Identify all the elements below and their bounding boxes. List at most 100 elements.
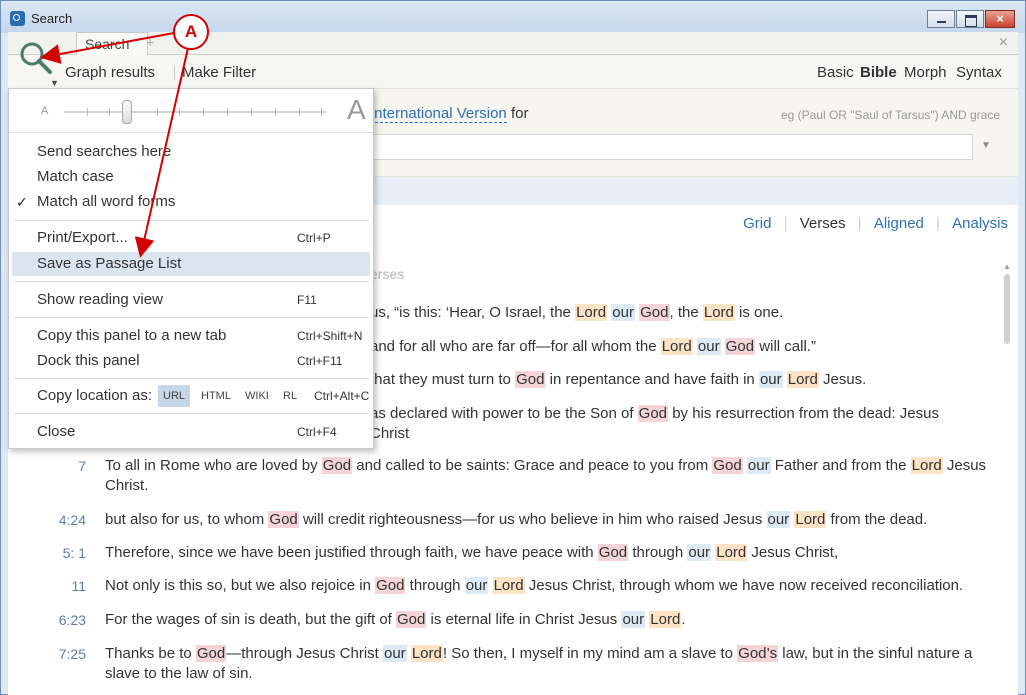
menu-print-export[interactable]: Print/Export... Ctrl+P [12, 226, 370, 250]
highlighted-word: God [724, 338, 756, 355]
highlighted-word: our [621, 611, 646, 628]
verse-text: For the wages of sin is death, but the g… [105, 611, 686, 628]
verse-text: and for all who are far off—for all whom… [370, 338, 816, 355]
version-line: International Version for [370, 105, 529, 123]
for-label: for [510, 105, 529, 122]
highlighted-word: God [597, 544, 629, 561]
window-controls: × [926, 10, 1015, 28]
highlighted-word: our [687, 544, 712, 561]
highlighted-word: our [464, 577, 489, 594]
vertical-scrollbar[interactable]: ▲ [1001, 260, 1015, 690]
search-icon[interactable] [18, 40, 54, 76]
checkmark-icon: ✓ [16, 194, 28, 210]
font-large-label: A [347, 94, 366, 125]
view-verses[interactable]: Verses [800, 215, 846, 232]
verse-text: Not only is this so, but we also rejoice… [105, 577, 964, 594]
verse-text: that they must turn to God in repentance… [370, 371, 867, 388]
chevron-down-icon[interactable]: ▼ [50, 78, 59, 88]
close-tab-button[interactable]: × [999, 34, 1008, 52]
tab-search[interactable]: Search [76, 32, 148, 56]
font-size-slider-thumb[interactable] [122, 100, 132, 124]
highlighted-word: God [712, 457, 743, 474]
view-analysis[interactable]: Analysis [952, 215, 1008, 232]
copy-location-url[interactable]: URL [158, 385, 191, 407]
font-size-slider[interactable] [64, 111, 326, 113]
copy-location-html[interactable]: HTML [196, 385, 236, 407]
highlighted-word: Lord [715, 544, 748, 561]
highlighted-word: God [268, 511, 299, 528]
verse-text: Therefore, since we have been justified … [105, 544, 839, 561]
title-bar: Search × [1, 1, 1025, 33]
highlighted-word: God [639, 304, 670, 321]
highlighted-word: God [375, 577, 406, 594]
panel-menu: A A Send searches here Match case ✓ Matc… [8, 88, 374, 449]
copy-location-rl[interactable]: RL [278, 385, 302, 407]
mode-bible[interactable]: Bible [860, 64, 897, 81]
mode-morph[interactable]: Morph [904, 64, 947, 81]
maximize-button[interactable] [956, 10, 984, 28]
search-example-hint: eg (Paul OR "Saul of Tarsus") AND grace [780, 108, 1000, 122]
highlighted-word: Lord [794, 511, 827, 528]
menu-match-all-word-forms[interactable]: ✓ Match all word forms [12, 190, 370, 214]
view-aligned[interactable]: Aligned [874, 215, 924, 232]
menu-dock-panel[interactable]: Dock this panel Ctrl+F11 [12, 349, 370, 373]
menu-send-searches[interactable]: Send searches here [12, 140, 370, 164]
verse-reference[interactable]: 4:24 [8, 510, 86, 530]
highlighted-word: Lord [492, 577, 525, 594]
highlighted-word: our [611, 304, 635, 321]
highlighted-word: Lord [702, 304, 735, 321]
menu-copy-panel[interactable]: Copy this panel to a new tab Ctrl+Shift+N [12, 324, 370, 348]
scroll-thumb[interactable] [1004, 274, 1010, 344]
toolbar-divider [174, 66, 175, 80]
highlighted-word: God’s [737, 645, 779, 662]
highlighted-word: Lord [910, 457, 943, 474]
verse-text: Thanks be to God—through Jesus Christ ou… [105, 645, 973, 682]
close-window-button[interactable]: × [985, 10, 1015, 28]
highlighted-word: Lord [410, 645, 443, 662]
view-grid[interactable]: Grid [743, 215, 771, 232]
highlighted-word: God [321, 457, 353, 474]
verse-text: us, “is this: ‘Hear, O Israel, the Lord … [370, 304, 784, 321]
verse-reference[interactable]: 5: 1 [8, 543, 86, 563]
mode-basic[interactable]: Basic [817, 64, 854, 81]
annotation-callout: A [173, 14, 209, 50]
verse-text: as declared with power to be the Son of … [370, 405, 939, 442]
font-small-label: A [41, 105, 49, 117]
copy-location-wiki[interactable]: WIKI [240, 385, 274, 407]
mode-syntax[interactable]: Syntax [956, 64, 1002, 81]
make-filter-button[interactable]: Make Filter [182, 64, 256, 81]
highlighted-word: our [766, 511, 791, 528]
menu-save-passage-list[interactable]: Save as Passage List [12, 252, 370, 276]
verse-text: To all in Rome who are loved by God and … [105, 457, 987, 494]
verse-reference[interactable]: 11 [8, 576, 86, 596]
view-tabs: Grid | Verses | Aligned | Analysis [743, 215, 1008, 232]
verse-reference[interactable]: 6:23 [8, 610, 86, 630]
window-title: Search [31, 11, 73, 26]
highlighted-word: Lord [660, 338, 693, 355]
highlighted-word: Lord [786, 371, 819, 388]
menu-copy-location: Copy location as: URL HTML WIKI RL Ctrl+… [12, 384, 370, 408]
history-dropdown-icon[interactable]: ▼ [981, 140, 991, 151]
verse-reference[interactable]: 7 [8, 456, 86, 476]
highlighted-word: our [382, 645, 407, 662]
menu-match-case[interactable]: Match case [12, 165, 370, 189]
version-selector[interactable]: International Version [370, 105, 507, 123]
highlighted-word: God [637, 405, 669, 422]
app-icon [10, 11, 25, 26]
graph-results-button[interactable]: Graph results [65, 64, 155, 81]
menu-close[interactable]: Close Ctrl+F4 [12, 420, 370, 444]
highlighted-word: our [696, 338, 721, 355]
highlighted-word: Lord [575, 304, 608, 321]
search-input[interactable] [370, 134, 973, 160]
highlighted-word: God [515, 371, 546, 388]
panel-toolbar: ▼ Graph results Make Filter Basic Bible … [8, 42, 1018, 89]
verse-reference[interactable]: 7:25 [8, 644, 86, 664]
tab-strip: Search + × [8, 32, 1018, 56]
results-summary: erses [370, 266, 405, 282]
menu-show-reading-view[interactable]: Show reading view F11 [12, 288, 370, 312]
add-tab-button[interactable]: + [146, 34, 154, 50]
scroll-up-icon[interactable]: ▲ [1003, 262, 1011, 271]
minimize-button[interactable] [927, 10, 955, 28]
font-size-slider-row: A A [9, 89, 373, 133]
verse-text: but also for us, to whom God will credit… [105, 511, 928, 528]
